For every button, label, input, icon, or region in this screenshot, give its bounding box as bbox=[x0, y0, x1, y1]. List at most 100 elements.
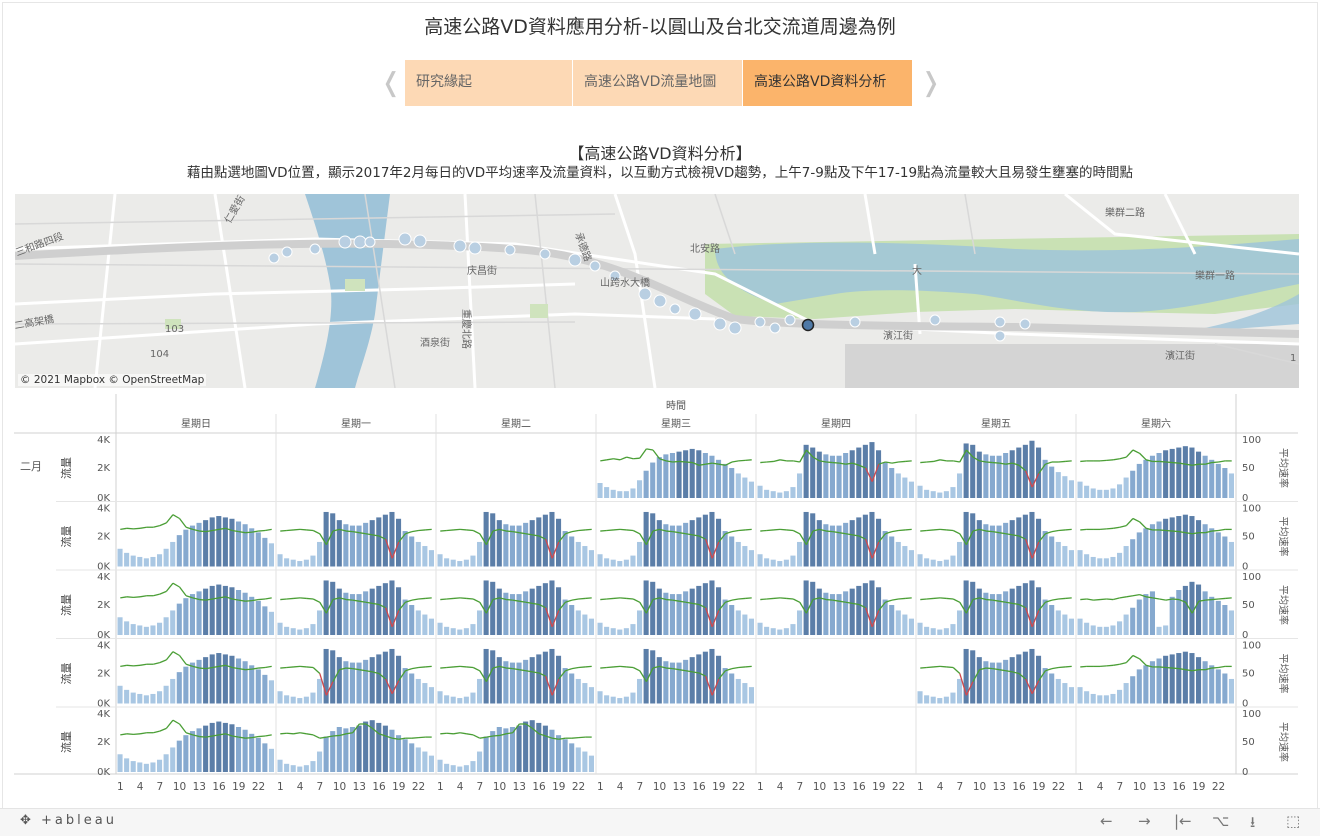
flow-bar bbox=[790, 624, 796, 635]
flow-bar bbox=[757, 554, 763, 567]
speed-line-segment bbox=[1139, 452, 1147, 461]
flow-bar bbox=[137, 625, 143, 635]
flow-bar bbox=[1228, 678, 1234, 704]
flow-bar bbox=[623, 696, 629, 704]
x-tick: 1 bbox=[757, 781, 764, 793]
speed-line-segment bbox=[179, 655, 187, 665]
speed-line-segment bbox=[472, 529, 481, 535]
x-tick: 10 bbox=[333, 781, 346, 793]
undo-icon[interactable]: ← bbox=[1100, 812, 1113, 830]
flow-bar bbox=[336, 520, 342, 567]
x-tick: 16 bbox=[372, 781, 386, 793]
x-tick: 22 bbox=[572, 781, 585, 793]
flow-bar bbox=[617, 561, 623, 567]
flow-bar bbox=[849, 588, 855, 635]
flow-bar bbox=[1103, 626, 1109, 635]
flow-bar bbox=[790, 555, 796, 567]
speed-line-segment bbox=[126, 733, 134, 736]
chevron-left-icon[interactable]: ❬ bbox=[380, 70, 402, 96]
speed-line-segment bbox=[172, 514, 180, 520]
right-tick: 100 bbox=[1242, 572, 1261, 583]
x-tick: 1 bbox=[277, 781, 284, 793]
flow-bar bbox=[650, 513, 656, 567]
tab-research-origin[interactable]: 研究緣起 bbox=[405, 60, 572, 106]
speed-line-segment bbox=[425, 528, 432, 531]
vd-analysis-chart[interactable]: 時間 星期日 星期一 星期二 星期三 星期四 星期五 星期六 二月 流量 4K 2K 0K 100 50 0 平… bbox=[0, 394, 1320, 804]
flow-bar bbox=[1049, 673, 1055, 704]
flow-bar bbox=[422, 751, 428, 772]
flow-bar bbox=[1196, 657, 1202, 704]
flow-bar bbox=[770, 559, 776, 567]
flow-bar bbox=[895, 473, 901, 498]
speed-line-segment bbox=[933, 459, 941, 463]
flow-bar bbox=[957, 610, 963, 635]
flow-bar bbox=[450, 628, 456, 635]
flow-bar bbox=[777, 492, 783, 498]
speed-line-segment bbox=[258, 666, 266, 669]
flow-bar bbox=[163, 754, 169, 772]
speed-line-segment bbox=[472, 598, 481, 603]
share-icon[interactable]: ⌥ bbox=[1212, 812, 1229, 830]
speed-line-segment bbox=[411, 598, 419, 601]
x-tick: 10 bbox=[493, 781, 506, 793]
speed-line-segment bbox=[1205, 598, 1213, 601]
flow-bar bbox=[222, 517, 228, 567]
flow-bar bbox=[209, 722, 215, 772]
flow-bar bbox=[889, 605, 895, 635]
x-tick: 19 bbox=[1032, 781, 1045, 793]
flow-bar bbox=[490, 650, 496, 704]
speed-line-segment bbox=[613, 458, 621, 461]
x-tick: 19 bbox=[392, 781, 405, 793]
flow-bar bbox=[1156, 658, 1162, 704]
tab-label: 高速公路VD流量地圖 bbox=[584, 74, 717, 90]
flow-bar bbox=[957, 473, 963, 498]
speed-line-segment bbox=[346, 598, 353, 601]
speed-line-segment bbox=[1080, 665, 1087, 668]
flow-bar bbox=[610, 489, 616, 498]
speed-line-segment bbox=[492, 734, 500, 737]
speed-line-segment bbox=[731, 460, 739, 463]
flow-bar bbox=[336, 727, 342, 772]
speed-line-segment bbox=[179, 518, 187, 528]
flow-bar bbox=[797, 610, 803, 635]
download-icon[interactable]: ⭳ bbox=[1250, 812, 1255, 837]
flow-bar bbox=[1189, 516, 1195, 567]
redo-icon[interactable]: → bbox=[1138, 812, 1151, 830]
flow-bar bbox=[176, 672, 182, 704]
flow-bar bbox=[908, 618, 914, 635]
flow-bar bbox=[643, 470, 649, 498]
chevron-right-icon[interactable]: ❭ bbox=[920, 70, 942, 96]
speed-line-segment bbox=[898, 460, 906, 463]
speed-line-segment bbox=[898, 597, 906, 600]
left-tick: 2K bbox=[97, 532, 110, 543]
left-tick: 2K bbox=[97, 737, 110, 748]
flow-bar bbox=[816, 520, 822, 567]
flow-bar bbox=[843, 522, 849, 567]
x-tick: 13 bbox=[513, 781, 526, 793]
flow-bar bbox=[536, 585, 542, 635]
fullscreen-icon[interactable]: ⬚ bbox=[1286, 812, 1300, 830]
flow-bar bbox=[483, 511, 489, 567]
flow-bar bbox=[1077, 618, 1083, 635]
speed-line-segment bbox=[905, 597, 912, 600]
speed-line-segment bbox=[946, 666, 954, 669]
flow-bar bbox=[249, 596, 255, 635]
right-tick: 50 bbox=[1242, 532, 1255, 543]
x-tick: 22 bbox=[732, 781, 745, 793]
flow-bar bbox=[976, 520, 982, 567]
svg-text:樂群一路: 樂群一路 bbox=[1195, 269, 1235, 282]
vd-location-map[interactable]: 樂群二路 三和路四段 仁愛街 承德路 北安路 庆昌街 山跨水大橋 大 二高架橋 … bbox=[15, 194, 1299, 388]
speed-line-segment bbox=[578, 736, 586, 739]
flow-bar bbox=[249, 528, 255, 567]
flow-bar bbox=[937, 492, 943, 498]
right-axis-label: 平均速率 bbox=[1277, 585, 1290, 625]
revert-icon[interactable]: |← bbox=[1174, 812, 1192, 830]
speed-line-segment bbox=[1051, 598, 1059, 601]
right-axis-label: 平均速率 bbox=[1277, 654, 1290, 694]
speed-line-segment bbox=[745, 528, 752, 531]
speed-line-segment bbox=[986, 530, 993, 533]
speed-line-segment bbox=[153, 593, 160, 597]
speed-line-segment bbox=[1172, 667, 1180, 670]
tab-vd-flow-map[interactable]: 高速公路VD流量地圖 bbox=[573, 60, 742, 106]
tab-vd-data-analysis[interactable]: 高速公路VD資料分析 bbox=[743, 60, 912, 106]
